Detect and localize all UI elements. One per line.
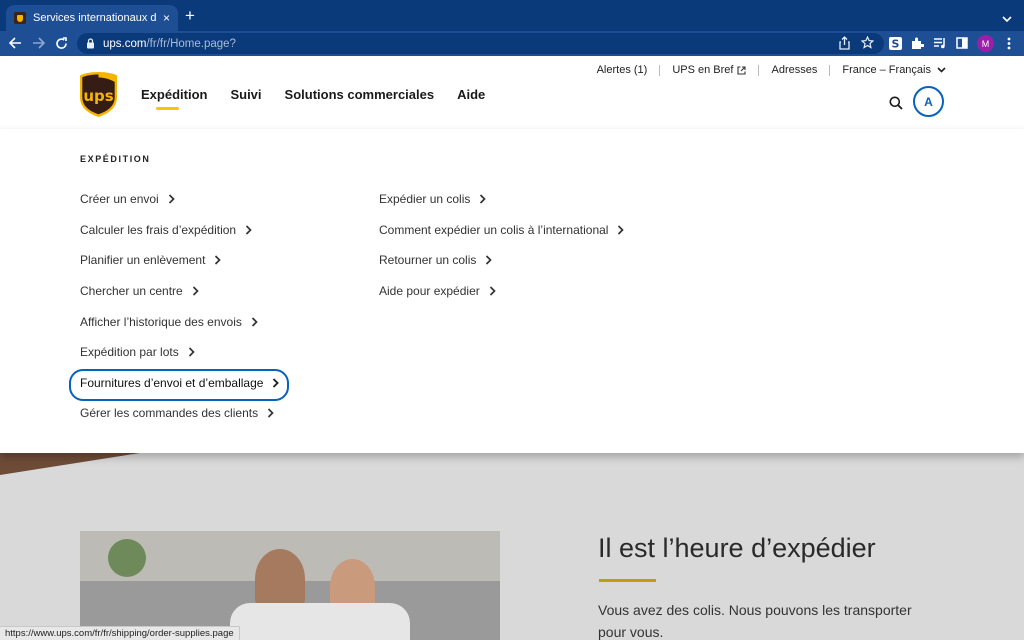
lock-icon (87, 38, 94, 49)
forward-arrow-icon[interactable] (30, 35, 46, 51)
chevron-right-icon (188, 347, 195, 357)
hero-text: Vous avez des colis. Nous pouvons les tr… (598, 602, 912, 640)
browser-tab[interactable]: Services internationaux d’expédition × (6, 5, 178, 31)
menu-link-expedier-colis[interactable]: Expédier un colis (379, 184, 624, 215)
photo-shirt (230, 603, 410, 640)
menu-link-gerer-commandes[interactable]: Gérer les commandes des clients (80, 398, 279, 429)
tab-close-icon[interactable]: × (163, 11, 170, 25)
web-page: ups Alertes (1) UPS en Bref Adresses Fra… (0, 56, 1024, 640)
tab-search-chevron-icon[interactable] (1002, 10, 1012, 28)
nav-expedition[interactable]: Expédition (141, 87, 207, 110)
account-button[interactable]: A (913, 86, 944, 117)
ups-brief-link[interactable]: UPS en Bref (660, 64, 758, 76)
ups-logo-text: ups (83, 87, 113, 105)
utility-nav: Alertes (1) UPS en Bref Adresses France … (585, 64, 946, 76)
profile-avatar[interactable]: M (977, 35, 994, 52)
svg-text:S: S (891, 37, 899, 50)
tab-title: Services internationaux d’expédition (33, 12, 157, 24)
chevron-right-icon (480, 194, 487, 204)
menu-link-historique-envois[interactable]: Afficher l’historique des envois (80, 306, 279, 337)
status-bar-url: https://www.ups.com/fr/fr/shipping/order… (0, 626, 240, 640)
url-text: ups.com/fr/fr/Home.page? (103, 37, 236, 50)
chevron-right-icon (267, 408, 274, 419)
nav-suivi[interactable]: Suivi (230, 87, 261, 102)
chevron-right-icon (618, 225, 625, 235)
locale-label: France – Français (842, 64, 931, 76)
mega-menu-column-1: Créer un envoi Calculer les frais d’expé… (68, 184, 290, 429)
hero-title: Il est l’heure d’expédier (598, 533, 876, 563)
ups-favicon-icon (14, 12, 26, 24)
chevron-right-icon (251, 317, 258, 327)
menu-link-calculer-frais[interactable]: Calculer les frais d’expédition (80, 215, 279, 246)
menu-link-expedition-lots[interactable]: Expédition par lots (80, 337, 279, 368)
browser-menu-icon[interactable] (1001, 35, 1017, 51)
hero-title-rule (599, 579, 656, 582)
new-tab-button[interactable]: + (185, 7, 195, 24)
chevron-right-icon (489, 286, 496, 296)
menu-link-fournitures-emballage[interactable]: Fournitures d’envoi et d’emballage (68, 368, 290, 401)
media-queue-icon[interactable] (932, 35, 948, 51)
photo-plant (108, 539, 146, 577)
ups-brief-label: UPS en Bref (672, 64, 734, 76)
browser-toolbar: ups.com/fr/fr/Home.page? S M (0, 31, 1024, 56)
hero-brown-accent (0, 453, 140, 475)
chevron-right-icon (192, 286, 199, 296)
reload-icon[interactable] (53, 35, 69, 51)
external-link-icon (737, 65, 747, 75)
locale-selector[interactable]: France – Français (830, 64, 946, 76)
chevron-right-icon (486, 255, 493, 266)
chevron-right-icon (168, 194, 175, 204)
nav-solutions-commerciales[interactable]: Solutions commerciales (285, 87, 435, 102)
extensions-puzzle-icon[interactable] (909, 35, 925, 51)
chevron-down-icon (937, 67, 946, 73)
menu-link-expedier-international[interactable]: Comment expédier un colis à l’internatio… (379, 215, 625, 246)
mega-menu-title: EXPÉDITION (80, 154, 151, 164)
menu-link-retourner-colis[interactable]: Retourner un colis (379, 245, 624, 276)
extension-s-icon[interactable]: S (887, 35, 903, 51)
bookmark-star-icon[interactable] (861, 36, 874, 49)
browser-tab-strip: Services internationaux d’expédition × + (0, 0, 1024, 31)
share-icon[interactable] (838, 36, 851, 50)
menu-link-chercher-centre[interactable]: Chercher un centre (80, 276, 279, 307)
chevron-right-icon (215, 255, 222, 266)
side-panel-icon[interactable] (954, 35, 970, 51)
alerts-link[interactable]: Alertes (1) (585, 64, 660, 76)
mega-menu-column-2: Expédier un colis Comment expédier un co… (379, 184, 625, 307)
hero-photo (80, 531, 500, 640)
main-nav: Expédition Suivi Solutions commerciales … (141, 87, 508, 110)
addresses-link[interactable]: Adresses (759, 64, 829, 76)
expedition-mega-menu: EXPÉDITION Créer un envoi Calculer les f… (0, 129, 1024, 453)
photo-man (255, 549, 305, 609)
search-icon[interactable] (889, 96, 903, 110)
ups-logo[interactable]: ups (79, 71, 118, 118)
chevron-right-icon (245, 225, 252, 235)
address-bar[interactable]: ups.com/fr/fr/Home.page? (77, 33, 884, 54)
chevron-right-icon (273, 378, 280, 388)
menu-link-aide-expedier[interactable]: Aide pour expédier (379, 276, 624, 307)
hero-section: Il est l’heure d’expédier Vous avez des … (0, 453, 1024, 640)
menu-link-planifier-enlevement[interactable]: Planifier un enlèvement (80, 245, 279, 276)
menu-link-creer-envoi[interactable]: Créer un envoi (80, 184, 279, 215)
nav-aide[interactable]: Aide (457, 87, 485, 102)
back-arrow-icon[interactable] (7, 35, 23, 51)
